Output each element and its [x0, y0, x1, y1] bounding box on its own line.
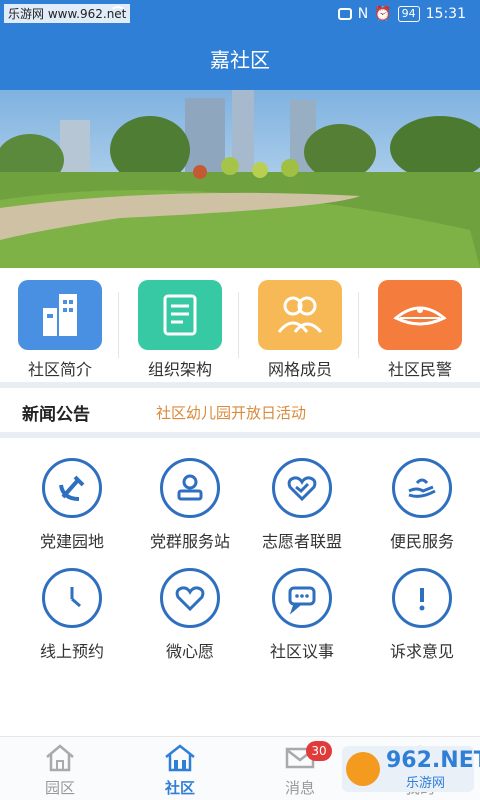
hand-icon: [392, 458, 452, 518]
news-headline[interactable]: 社区幼儿园开放日活动: [156, 402, 306, 423]
corner-watermark: 962.NET 乐游网: [342, 746, 480, 792]
watermark-brand: 962.NET: [386, 748, 480, 773]
building-icon: [18, 280, 102, 350]
service-label: 微心愿: [165, 642, 214, 661]
divider: [238, 292, 239, 358]
service-party-building[interactable]: 党建园地: [12, 458, 132, 552]
news-bar[interactable]: 新闻公告 社区幼儿园开放日活动: [0, 388, 480, 432]
service-label: 志愿者联盟: [261, 532, 342, 551]
police-cap-icon: [378, 280, 462, 350]
quick-link-label: 社区民警: [387, 360, 452, 379]
service-appeals[interactable]: 诉求意见: [362, 568, 480, 662]
document-icon: [138, 280, 222, 350]
divider: [358, 292, 359, 358]
service-party-station[interactable]: 党群服务站: [130, 458, 250, 552]
service-label: 党群服务站: [149, 532, 230, 551]
app-title-bar: 嘉社区: [0, 30, 480, 90]
service-label: 便民服务: [389, 532, 454, 551]
battery-indicator: 94: [397, 6, 420, 22]
tab-community[interactable]: 社区: [120, 743, 240, 798]
quick-link-police[interactable]: 社区民警: [370, 280, 470, 380]
news-title: 新闻公告: [22, 405, 90, 425]
service-community-discussion[interactable]: 社区议事: [242, 568, 362, 662]
service-micro-wish[interactable]: 微心愿: [130, 568, 250, 662]
chat-icon: [272, 568, 332, 628]
home-icon: [46, 744, 74, 772]
quick-link-intro[interactable]: 社区简介: [10, 280, 110, 380]
unread-badge: 30: [306, 741, 332, 761]
divider: [118, 292, 119, 358]
status-bar: 乐游网 www.962.net N ⏰ 94 15:31: [0, 0, 480, 30]
quick-link-grid-members[interactable]: 网格成员: [250, 280, 350, 380]
wifi-icon: [110, 6, 126, 20]
service-label: 社区议事: [269, 642, 334, 661]
quick-links: 社区简介 组织架构 网格成员 社区民警: [0, 270, 480, 382]
heart-shield-icon: [272, 458, 332, 518]
watermark-logo-icon: [346, 752, 380, 786]
service-label: 党建园地: [39, 532, 104, 551]
service-convenience[interactable]: 便民服务: [362, 458, 480, 552]
tab-label: 园区: [44, 779, 75, 797]
quick-link-label: 网格成员: [267, 360, 332, 379]
quick-link-structure[interactable]: 组织架构: [130, 280, 230, 380]
alarm-icon: ⏰: [374, 6, 392, 22]
community-icon: [165, 744, 195, 772]
quick-link-label: 社区简介: [27, 360, 92, 379]
quick-link-label: 组织架构: [147, 360, 212, 379]
nfc-icon: N: [357, 6, 369, 22]
person-icon: [160, 458, 220, 518]
group-icon: [258, 280, 342, 350]
service-label: 线上预约: [39, 642, 104, 661]
service-online-booking[interactable]: 线上预约: [12, 568, 132, 662]
page-title: 嘉社区: [210, 48, 270, 72]
service-volunteer[interactable]: 志愿者联盟: [242, 458, 362, 552]
tab-park[interactable]: 园区: [0, 743, 120, 798]
watermark-text: 乐游网: [406, 776, 446, 791]
eye-icon: [337, 8, 352, 20]
service-label: 诉求意见: [389, 642, 454, 661]
heart-icon: [160, 568, 220, 628]
exclamation-icon: [392, 568, 452, 628]
clock-icon: [42, 568, 102, 628]
section-divider: [0, 432, 480, 438]
clock-time: 15:31: [425, 6, 466, 22]
banner-image[interactable]: [0, 90, 480, 268]
party-emblem-icon: [42, 458, 102, 518]
tab-label: 社区: [164, 779, 195, 797]
